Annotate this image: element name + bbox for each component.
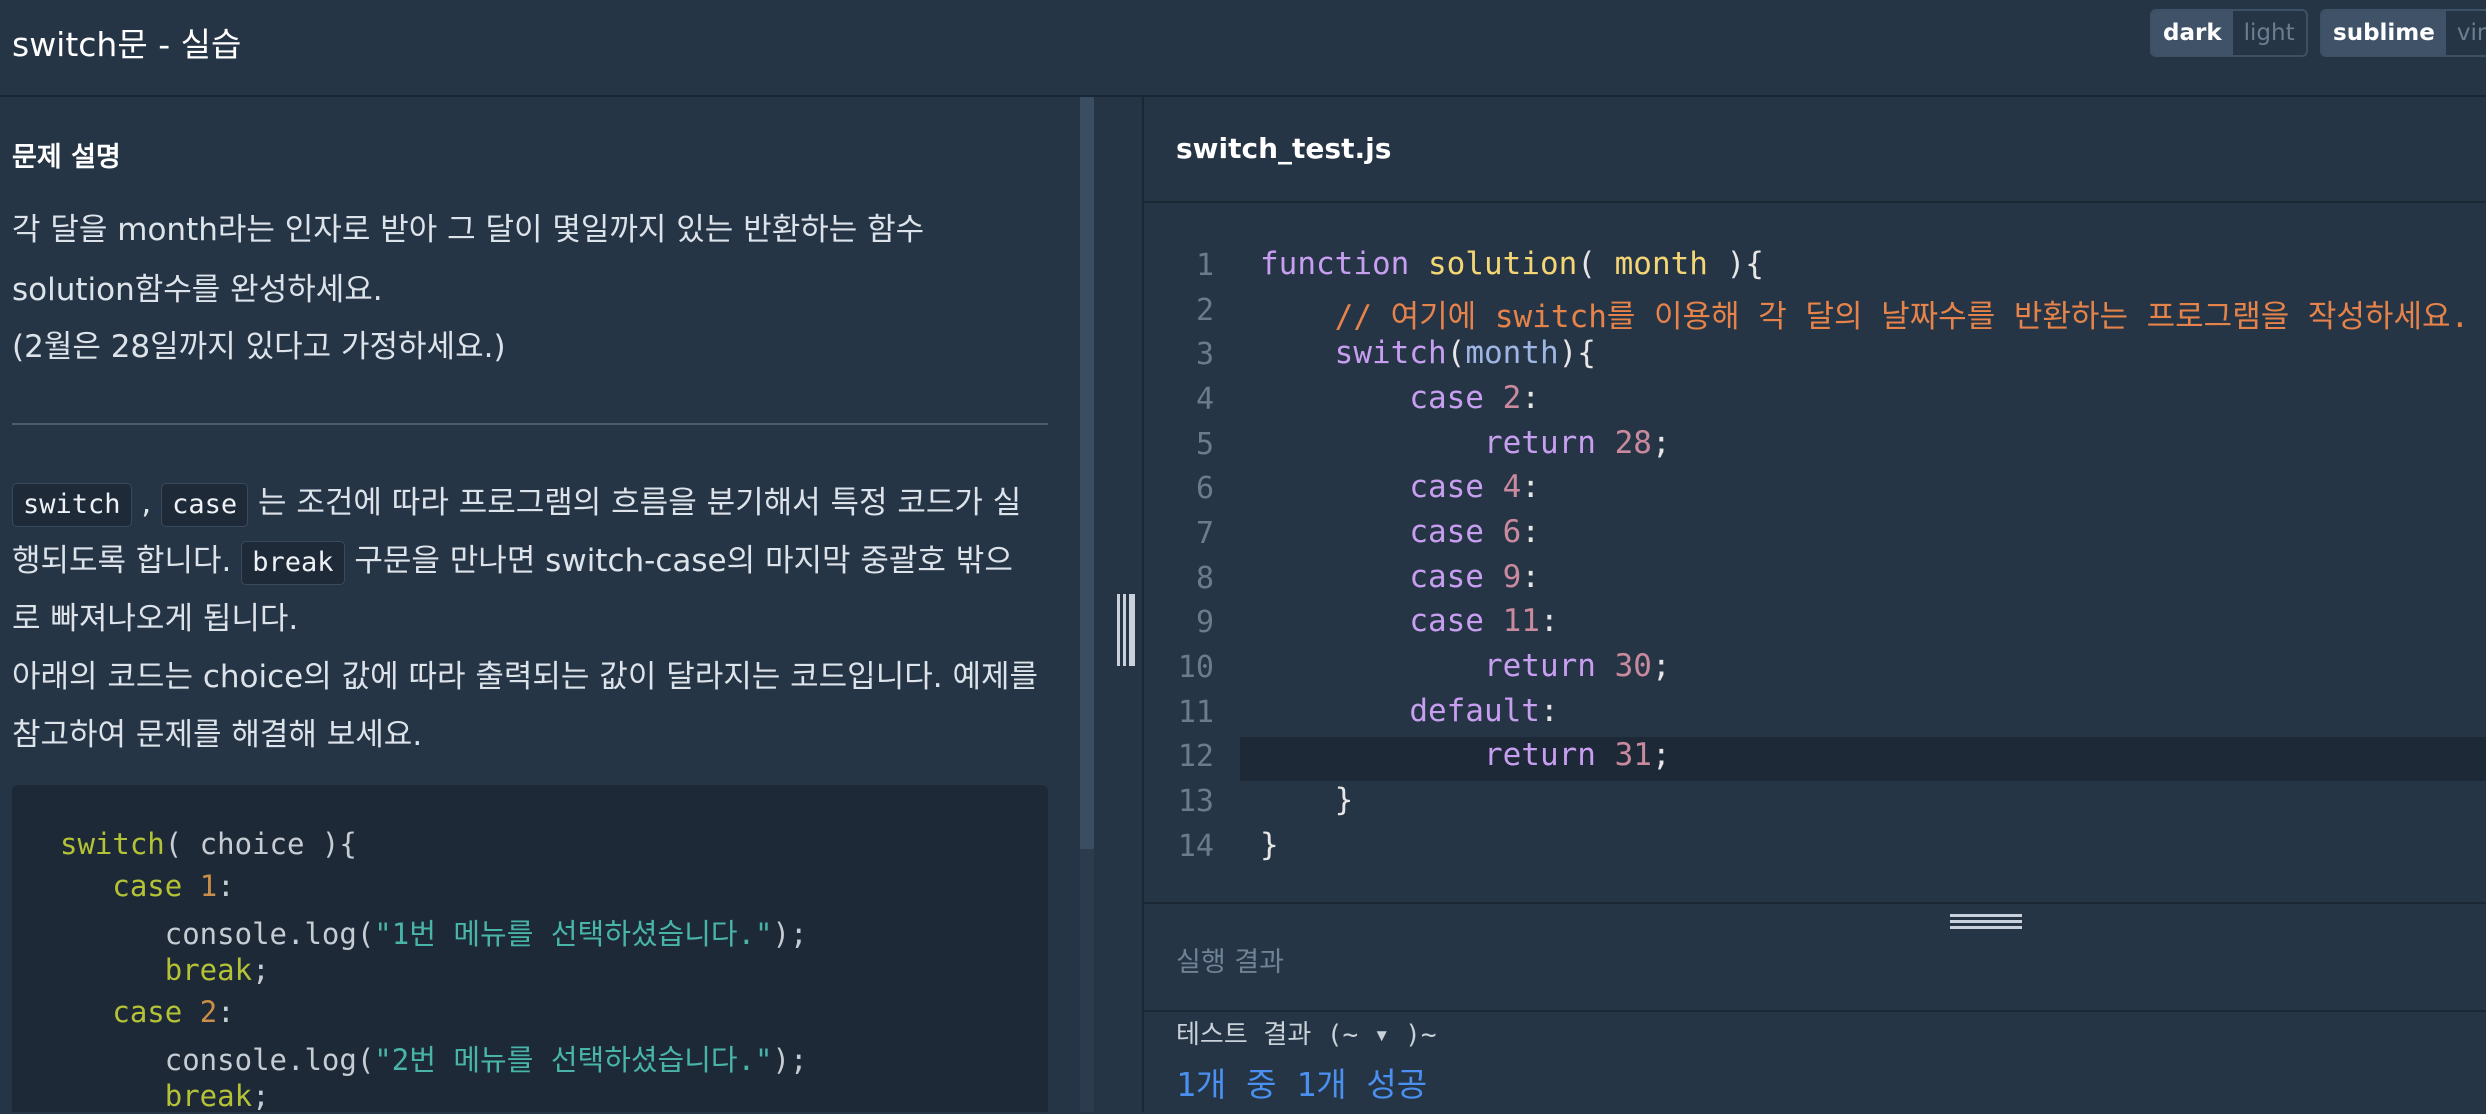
explanation-line-3: 로 빠져나오게 됩니다. <box>12 601 299 637</box>
code-line-13[interactable]: } <box>1260 782 1354 818</box>
line-number: 7 <box>1195 516 1214 551</box>
explanation-line-4: 아래의 코드는 choice의 값에 따라 출력되는 값이 달라지는 코드입니다… <box>12 659 1039 695</box>
theme-dark-button[interactable]: dark <box>2152 11 2233 55</box>
line-number: 2 <box>1195 293 1214 328</box>
example-line-4: break; <box>164 953 270 987</box>
description-line-2: solution함수를 완성하세요. <box>12 272 383 308</box>
code-line-12[interactable]: return 31; <box>1260 737 1671 773</box>
result-title: 실행 결과 <box>1176 947 1284 978</box>
inline-code-break: break <box>241 541 345 585</box>
description-line-3: (2월은 28일까지 있다고 가정하세요.) <box>12 329 506 365</box>
explanation-line-2: 행되도록 합니다. break 구문을 만나면 switch-case의 마지막… <box>12 532 1062 590</box>
theme-toggle[interactable]: dark light <box>2150 9 2308 57</box>
line-number: 9 <box>1195 605 1214 640</box>
result-divider <box>1144 1010 2486 1012</box>
code-line-3[interactable]: switch(month){ <box>1260 335 1596 371</box>
example-line-3: console.log("1번 메뉴를 선택하셨습니다."); <box>164 917 808 951</box>
description-scrollbar-thumb[interactable] <box>1080 97 1094 849</box>
explanation-text-2b: 구문을 만나면 switch-case의 마지막 중괄호 밖으 <box>354 543 1013 579</box>
code-line-5[interactable]: return 28; <box>1260 425 1671 461</box>
file-tab[interactable]: switch_test.js <box>1176 132 1391 165</box>
code-line-4[interactable]: case 2: <box>1260 380 1540 416</box>
example-line-6: console.log("2번 메뉴를 선택하셨습니다."); <box>164 1043 808 1077</box>
inline-code-switch: switch <box>12 483 132 527</box>
result-panel: 실행 결과 테스트 결과 (~ ▾ )~ 1개 중 1개 성공 <box>1144 902 2486 1114</box>
example-line-5: case 2: <box>112 995 235 1029</box>
line-number: 14 <box>1177 829 1214 864</box>
line-number: 5 <box>1195 427 1214 462</box>
example-line-7: break; <box>164 1079 270 1112</box>
code-line-8[interactable]: case 9: <box>1260 559 1540 595</box>
example-code-block: switch( choice ){ case 1: console.log("1… <box>12 785 1048 1112</box>
line-number: 3 <box>1195 337 1214 372</box>
code-line-1[interactable]: function solution( month ){ <box>1260 246 1764 282</box>
comma-text: , <box>141 485 152 521</box>
editor-mode-toggle[interactable]: sublime vim <box>2320 9 2486 57</box>
example-line-1: switch( choice ){ <box>60 827 357 861</box>
code-line-9[interactable]: case 11: <box>1260 603 1558 639</box>
line-number: 4 <box>1195 382 1214 417</box>
problem-description-pane: 문제 설명 각 달을 month라는 인자로 받아 그 달이 몇일까지 있는 반… <box>0 97 1080 1112</box>
section-divider <box>12 423 1048 425</box>
test-summary: 1개 중 1개 성공 <box>1176 1065 1428 1104</box>
code-line-2[interactable]: // 여기에 switch를 이용해 각 달의 날짜수를 반환하는 프로그램을 … <box>1260 291 2470 336</box>
explanation-line-1: switch , case 는 조건에 따라 프로그램의 흐름을 분기해서 특정… <box>12 474 1062 532</box>
editor-divider <box>1144 201 2486 203</box>
code-line-10[interactable]: return 30; <box>1260 648 1671 684</box>
code-line-11[interactable]: default: <box>1260 693 1558 729</box>
line-number: 8 <box>1195 561 1214 596</box>
description-line-1: 각 달을 month라는 인자로 받아 그 달이 몇일까지 있는 반환하는 함수 <box>12 212 925 248</box>
line-number: 1 <box>1195 248 1214 283</box>
vertical-resize-handle-icon[interactable] <box>1117 594 1135 666</box>
test-result-line: 테스트 결과 (~ ▾ )~ <box>1176 1020 1437 1050</box>
line-number: 13 <box>1177 784 1214 819</box>
example-line-2: case 1: <box>112 869 235 903</box>
inline-code-case: case <box>161 483 249 527</box>
line-number: 12 <box>1177 739 1214 774</box>
page-title: switch문 - 실습 <box>12 25 242 64</box>
horizontal-resize-handle-icon[interactable] <box>1950 914 2022 932</box>
line-number: 11 <box>1177 695 1214 730</box>
code-line-7[interactable]: case 6: <box>1260 514 1540 550</box>
code-line-6[interactable]: case 4: <box>1260 469 1540 505</box>
theme-light-button[interactable]: light <box>2233 11 2306 55</box>
line-number: 6 <box>1195 471 1214 506</box>
editor-vim-button[interactable]: vim <box>2446 11 2486 55</box>
explanation-text-2a: 행되도록 합니다. <box>12 543 232 579</box>
description-heading: 문제 설명 <box>12 142 121 173</box>
code-line-14[interactable]: } <box>1260 827 1279 863</box>
explanation-text-1: 는 조건에 따라 프로그램의 흐름을 분기해서 특정 코드가 실 <box>258 485 1022 521</box>
header-bar: switch문 - 실습 dark light sublime vim <box>0 0 2486 97</box>
editor-sublime-button[interactable]: sublime <box>2322 11 2446 55</box>
code-editor[interactable]: switch_test.js 1 2 3 4 5 6 7 8 9 10 11 1… <box>1144 97 2486 902</box>
line-number: 10 <box>1177 650 1214 685</box>
explanation-line-5: 참고하여 문제를 해결해 보세요. <box>12 717 423 753</box>
